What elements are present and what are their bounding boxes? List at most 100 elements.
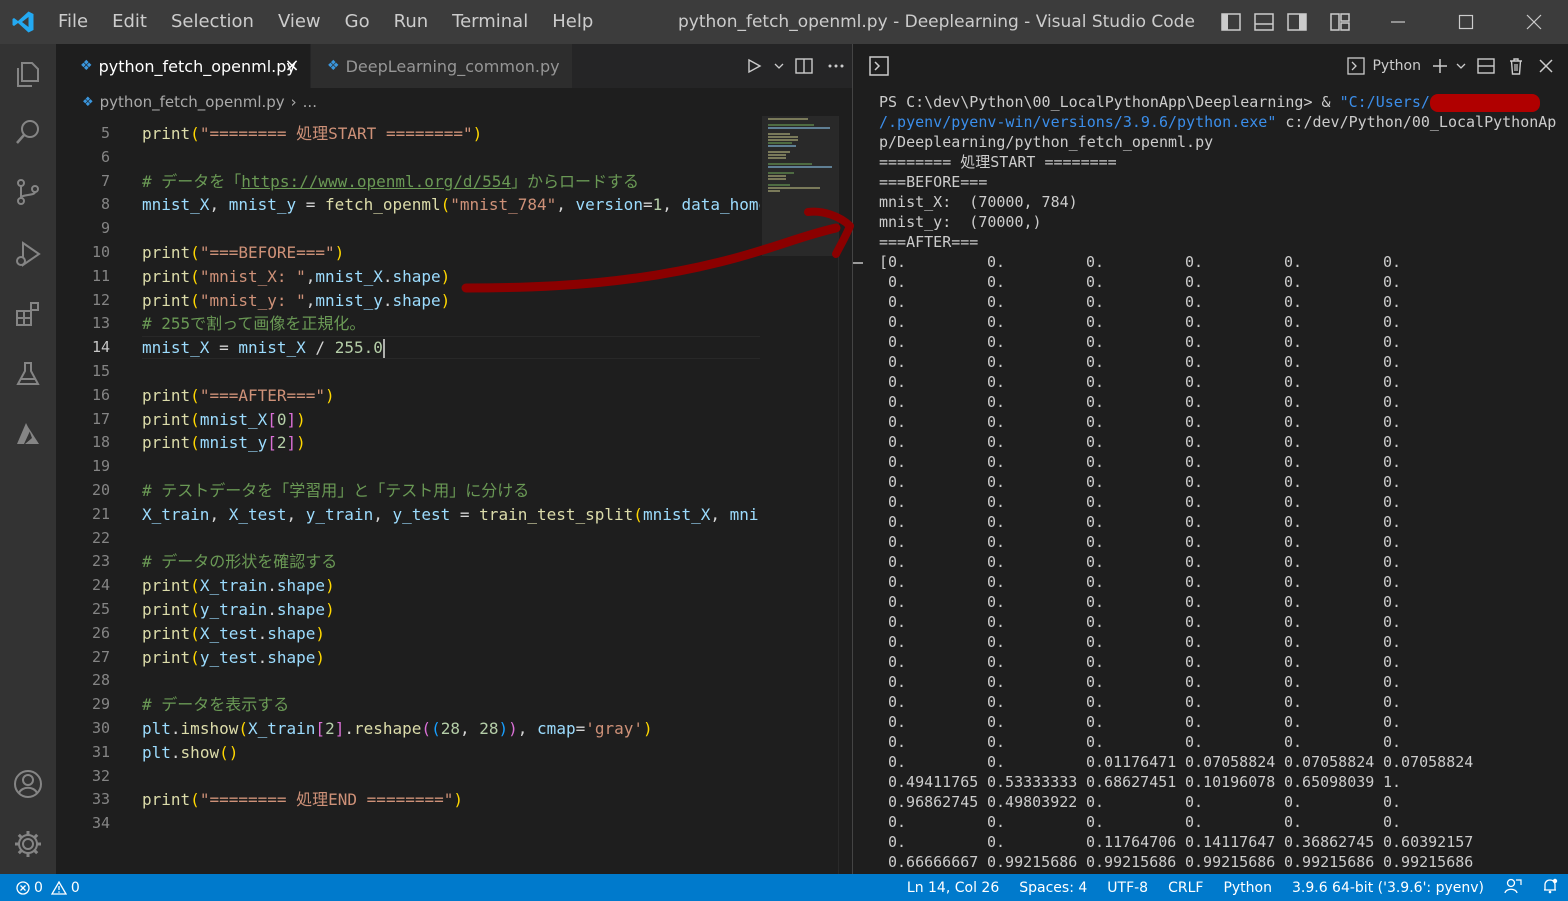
array-value: 0. [888, 753, 907, 771]
toggle-secondary-sidebar-icon[interactable] [1280, 0, 1313, 44]
code-token: mnist_X [142, 195, 210, 215]
array-bracket [879, 492, 888, 512]
array-value: 0. [1185, 293, 1204, 311]
code-editor[interactable]: print("======== 処理START ========") # データを… [142, 116, 760, 836]
editor-scrollbar[interactable] [838, 116, 852, 874]
array-value: 0. [987, 373, 1006, 391]
more-actions-icon[interactable] [820, 44, 852, 88]
tab-label: python_fetch_openml.py [98, 56, 296, 76]
code-line: print(mnist_y[2]) [142, 431, 306, 454]
code-token: print [142, 790, 191, 810]
breadcrumb-more[interactable]: ... [303, 93, 317, 111]
array-value: 0. [987, 253, 1006, 271]
terminal-command-line: PS C:\dev\Python\00_LocalPythonApp\Deepl… [879, 92, 1568, 112]
array-value: 0. [888, 273, 907, 291]
indentation[interactable]: Spaces: 4 [1009, 880, 1097, 896]
testing-icon[interactable] [8, 354, 48, 394]
kill-terminal-trash-icon[interactable] [1501, 44, 1531, 88]
breadcrumb-file[interactable]: python_fetch_openml.py [100, 93, 285, 111]
code-token: mnist_y [315, 290, 383, 310]
array-value: 0.60392157 [1383, 833, 1474, 851]
array-value: 0. [1185, 693, 1204, 711]
menu-view[interactable]: View [266, 0, 333, 44]
split-editor-icon[interactable] [788, 44, 820, 88]
accounts-icon[interactable] [8, 764, 48, 804]
menu-run[interactable]: Run [382, 0, 441, 44]
code-token: 0 [276, 409, 287, 429]
run-python-file-icon[interactable] [738, 44, 770, 88]
toggle-sidebar-icon[interactable] [1214, 0, 1247, 44]
azure-icon[interactable] [8, 414, 48, 454]
feedback-icon[interactable] [1494, 878, 1532, 898]
menu-edit[interactable]: Edit [100, 0, 159, 44]
language-mode[interactable]: Python [1213, 880, 1282, 896]
array-value: 0.01176471 [1086, 753, 1177, 771]
run-debug-icon[interactable] [8, 234, 48, 274]
array-value: 0. [1284, 573, 1303, 591]
terminal-output[interactable]: PS C:\dev\Python\00_LocalPythonApp\Deepl… [879, 92, 1568, 872]
menu-selection[interactable]: Selection [159, 0, 266, 44]
code-token: , [373, 504, 393, 524]
menu-go[interactable]: Go [333, 0, 382, 44]
source-control-icon[interactable] [8, 172, 48, 212]
array-value: 0. [888, 493, 907, 511]
array-row: 0. 0. 0. 0. 0. 0. [879, 552, 1568, 572]
close-window-icon[interactable] [1500, 0, 1568, 44]
customize-layout-icon[interactable] [1323, 0, 1356, 44]
code-token: = [296, 195, 326, 215]
minimize-icon[interactable] [1364, 0, 1432, 44]
settings-gear-icon[interactable] [8, 824, 48, 864]
array-row: 0. 0. 0. 0. 0. 0. [879, 432, 1568, 452]
code-line: print("mnist_y: ",mnist_y.shape) [142, 289, 450, 312]
array-value: 0.96862745 [888, 793, 979, 811]
python-interpreter[interactable]: 3.9.6 64-bit ('3.9.6': pyenv) [1282, 880, 1494, 896]
cursor-position[interactable]: Ln 14, Col 26 [897, 880, 1009, 896]
new-terminal-plus-icon[interactable] [1429, 44, 1451, 88]
array-output: [0. 0. 0. 0. 0. 0. 0. 0. 0. 0. 0. 0. 0. 0. 0. 0. 0. 0. … [879, 252, 1568, 872]
array-value: 0. [888, 433, 907, 451]
array-value: 0. [1185, 793, 1204, 811]
line-number: 19 [91, 457, 110, 476]
array-value: 0. [1284, 553, 1303, 571]
terminal-dropdown-chevron-icon[interactable] [1451, 44, 1471, 88]
menu-file[interactable]: File [46, 0, 100, 44]
array-value: 0. [1284, 653, 1303, 671]
array-row: 0. 0. 0. 0. 0. 0. [879, 672, 1568, 692]
line-number: 21 [91, 504, 110, 523]
tab-python-fetch-openml[interactable]: ❖ python_fetch_openml.py [56, 44, 310, 88]
extensions-icon[interactable] [8, 294, 48, 334]
array-value: 0. [1284, 273, 1303, 291]
end-of-line[interactable]: CRLF [1158, 880, 1213, 896]
terminal-name[interactable]: Python [1372, 58, 1421, 74]
close-tab-icon[interactable]: × [282, 56, 302, 76]
array-value: 0.11764706 [1086, 833, 1177, 851]
tab-deeplearning-common[interactable]: ❖ DeepLearning_common.py [310, 44, 572, 88]
problems-indicator[interactable]: 0 0 [0, 880, 80, 896]
menu-terminal[interactable]: Terminal [440, 0, 540, 44]
array-value: 0. [1383, 533, 1402, 551]
close-panel-icon[interactable] [1531, 44, 1561, 88]
code-token: , [305, 290, 316, 310]
line-number: 28 [91, 671, 110, 690]
split-terminal-icon[interactable] [1471, 44, 1501, 88]
code-line: X_train, X_test, y_train, y_test = train… [142, 503, 760, 526]
code-token: ) [315, 647, 326, 667]
minimap[interactable] [762, 116, 838, 874]
line-number: 5 [100, 124, 110, 142]
array-value: 0.49803922 [987, 793, 1078, 811]
status-bar-right: Ln 14, Col 26 Spaces: 4 UTF-8 CRLF Pytho… [897, 874, 1568, 901]
explorer-icon[interactable] [8, 54, 48, 94]
array-value: 0. [1284, 293, 1303, 311]
menu-help[interactable]: Help [540, 0, 605, 44]
array-value: 0.07058824 [1284, 753, 1375, 771]
terminal-output-line: ======== 処理START ======== [879, 153, 1117, 171]
search-icon[interactable] [8, 112, 48, 152]
line-number: 32 [91, 766, 110, 785]
run-dropdown-chevron-icon[interactable] [770, 44, 788, 88]
notifications-bell-icon[interactable] [1532, 878, 1568, 898]
code-token: . [382, 266, 393, 286]
maximize-icon[interactable] [1432, 0, 1500, 44]
toggle-panel-icon[interactable] [1247, 0, 1280, 44]
file-encoding[interactable]: UTF-8 [1097, 880, 1158, 896]
array-value: 0. [1284, 533, 1303, 551]
